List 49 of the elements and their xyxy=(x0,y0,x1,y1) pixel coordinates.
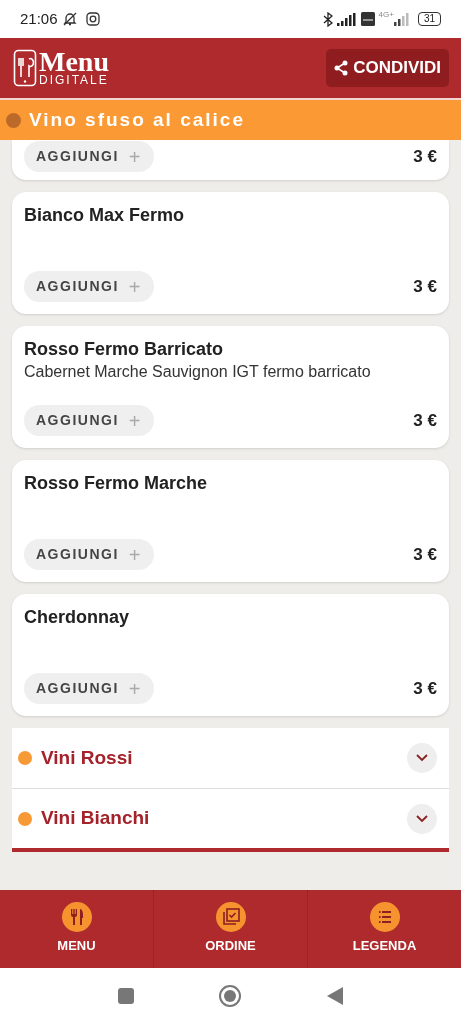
share-button[interactable]: CONDIVIDI xyxy=(326,49,449,87)
item-name: Bianco Max Fermo xyxy=(24,204,186,227)
item-name: Cherdonnay xyxy=(24,606,130,629)
section-title: Vino sfuso al calice xyxy=(29,107,245,132)
plus-icon: + xyxy=(128,146,142,167)
instagram-icon xyxy=(85,12,100,26)
plus-icon: + xyxy=(128,410,142,431)
plus-icon: + xyxy=(128,276,142,297)
expand-button[interactable] xyxy=(407,743,437,773)
checklist-icon xyxy=(215,902,246,933)
logo-title: Menu xyxy=(39,49,109,74)
category-title: Vini Bianchi xyxy=(41,806,150,831)
chevron-icon xyxy=(416,814,428,823)
share-icon xyxy=(334,60,349,76)
category-title: Vini Rossi xyxy=(41,745,133,770)
item-price: 3 € xyxy=(413,145,437,168)
signal-icon xyxy=(336,12,357,26)
item-name: Rosso Fermo Marche xyxy=(24,472,209,495)
add-button[interactable]: AGGIUNGI + xyxy=(24,271,154,302)
back-icon[interactable] xyxy=(325,986,344,1006)
bell-off-icon xyxy=(61,11,78,27)
signal-icon xyxy=(393,12,410,26)
item-price: 3 € xyxy=(413,275,437,298)
logo-subtitle: DIGITALE xyxy=(39,73,109,87)
add-button[interactable]: AGGIUNGI + xyxy=(24,141,154,172)
category-row[interactable]: Vini Bianchi xyxy=(12,788,449,848)
chevron-icon xyxy=(416,754,428,762)
plus-icon: + xyxy=(128,678,142,699)
home-icon[interactable] xyxy=(217,984,242,1008)
recents-icon[interactable] xyxy=(117,988,134,1004)
bluetooth-icon xyxy=(322,11,333,27)
item-price: 3 € xyxy=(413,409,437,432)
item-price: 3 € xyxy=(413,677,437,700)
network-type: 4G+ xyxy=(378,9,394,21)
item-price: 3 € xyxy=(413,543,437,566)
add-button[interactable]: AGGIUNGI + xyxy=(24,405,154,436)
battery-indicator: 31 xyxy=(417,12,441,26)
list-icon xyxy=(369,902,400,933)
fork-knife-icon xyxy=(61,902,92,933)
nav-tab[interactable]: MENU xyxy=(0,890,153,968)
plus-icon: + xyxy=(128,544,142,565)
item-description: Cabernet Marche Sauvignon IGT fermo barricato xyxy=(24,362,372,382)
clock: 21:06 xyxy=(20,8,58,29)
expand-button[interactable] xyxy=(407,803,437,834)
category-row[interactable]: Vini Rossi xyxy=(12,728,449,788)
item-name: Rosso Fermo Barricato xyxy=(24,338,225,361)
phone-logo-icon xyxy=(13,49,37,87)
add-button[interactable]: AGGIUNGI + xyxy=(24,539,154,570)
add-button[interactable]: AGGIUNGI + xyxy=(24,673,154,704)
